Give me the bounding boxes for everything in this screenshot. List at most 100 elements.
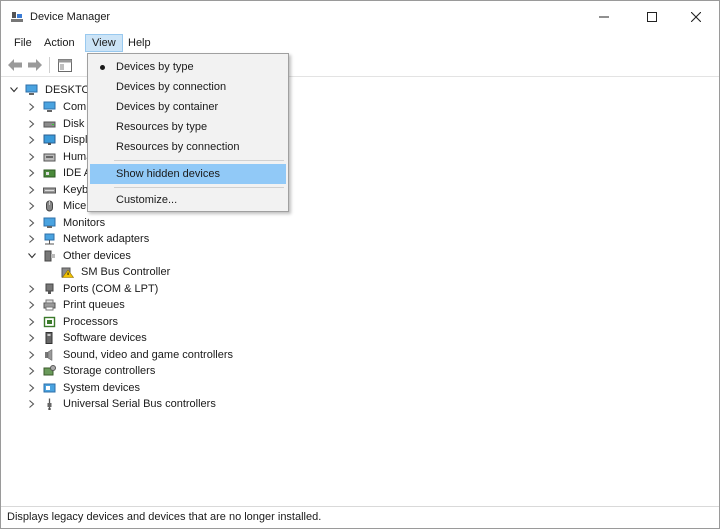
system-icon xyxy=(43,383,56,392)
tree-item-label: Software devices xyxy=(63,332,147,344)
forward-arrow-icon xyxy=(28,59,42,71)
tree-item-label: Universal Serial Bus controllers xyxy=(63,398,216,410)
chevron-right-icon[interactable] xyxy=(27,182,37,198)
menu-help[interactable]: Help xyxy=(122,34,157,52)
maximize-icon xyxy=(647,11,657,22)
menu-view[interactable]: View xyxy=(85,34,123,52)
ide-icon xyxy=(43,169,56,178)
menu-item-show-hidden-devices[interactable]: Show hidden devices xyxy=(90,164,286,184)
chevron-right-icon[interactable] xyxy=(27,297,37,313)
menu-item-label: Resources by type xyxy=(116,121,208,133)
tree-item-label: Other devices xyxy=(63,249,131,262)
port-icon xyxy=(45,283,54,294)
menu-item-resources-by-type[interactable]: Resources by type xyxy=(90,117,286,137)
chevron-right-icon[interactable] xyxy=(27,132,37,148)
menu-item-label: Resources by connection xyxy=(116,141,240,153)
sound-icon xyxy=(45,348,53,361)
processor-icon xyxy=(43,316,56,327)
tree-category-item[interactable]: Network adapters xyxy=(27,231,427,247)
tree-category-item[interactable]: Software devices xyxy=(27,330,427,346)
tree-item-label: Monitors xyxy=(63,216,106,229)
menu-bar: File Action View Help xyxy=(1,32,719,53)
computer-icon xyxy=(25,84,38,95)
device-manager-app-icon xyxy=(11,12,23,22)
tree-child-item[interactable]: SM Bus Controller xyxy=(45,264,445,280)
warning-device-icon xyxy=(61,267,74,278)
tree-category-item[interactable]: Sound, video and game controllers xyxy=(27,347,427,363)
tree-item-label: Network adapters xyxy=(63,233,150,245)
menu-item-label: Devices by connection xyxy=(116,81,227,93)
network-icon xyxy=(44,233,55,245)
chevron-right-icon[interactable] xyxy=(27,380,37,396)
chevron-right-icon[interactable] xyxy=(27,198,37,214)
tree-category-item[interactable]: System devices xyxy=(27,380,427,396)
menu-item-label: Customize... xyxy=(116,194,178,206)
tree-category-item[interactable]: Print queues xyxy=(27,297,427,313)
tree-category-item[interactable]: Ports (COM & LPT) xyxy=(27,281,427,297)
storage-icon xyxy=(43,365,56,376)
view-menu-dropdown: Devices by type Devices by connection De… xyxy=(87,53,289,212)
menu-item-customize[interactable]: Customize... xyxy=(90,190,286,210)
chevron-right-icon[interactable] xyxy=(27,330,37,346)
keyboard-icon xyxy=(43,187,56,193)
status-text: Displays legacy devices and devices that… xyxy=(7,511,322,523)
mouse-icon xyxy=(46,200,53,212)
forward-button[interactable] xyxy=(27,57,43,73)
tree-category-item[interactable]: Storage controllers xyxy=(27,363,427,379)
menu-item-devices-by-connection[interactable]: Devices by connection xyxy=(90,77,286,97)
tree-item-label: Print queues xyxy=(63,299,125,311)
chevron-right-icon[interactable] xyxy=(27,314,37,330)
chevron-right-icon[interactable] xyxy=(27,396,37,412)
tree-category-item[interactable]: Monitors xyxy=(27,215,427,231)
close-icon xyxy=(691,11,701,22)
tree-category-item[interactable]: Processors xyxy=(27,314,427,330)
usb-icon xyxy=(47,398,52,410)
chevron-right-icon[interactable] xyxy=(27,363,37,379)
back-arrow-icon xyxy=(8,59,22,71)
tree-item-label: System devices xyxy=(63,381,141,394)
tree-item-label: Sound, video and game controllers xyxy=(63,348,233,361)
chevron-down-icon[interactable] xyxy=(27,248,37,264)
menu-item-resources-by-connection[interactable]: Resources by connection xyxy=(90,137,286,157)
minimize-button[interactable] xyxy=(581,1,627,32)
console-tree-button[interactable] xyxy=(57,57,73,73)
menu-file[interactable]: File xyxy=(8,34,38,52)
chevron-right-icon[interactable] xyxy=(27,281,37,297)
menu-separator xyxy=(114,160,284,161)
title-bar[interactable]: Device Manager xyxy=(1,1,719,32)
toolbar-separator xyxy=(49,57,50,73)
menu-item-label: Show hidden devices xyxy=(116,168,220,180)
monitor-icon xyxy=(43,217,56,228)
window-title: Device Manager xyxy=(30,11,111,23)
chevron-right-icon[interactable] xyxy=(27,231,37,247)
menu-item-devices-by-container[interactable]: Devices by container xyxy=(90,97,286,117)
chevron-right-icon[interactable] xyxy=(27,215,37,231)
maximize-button[interactable] xyxy=(629,1,675,32)
menu-item-label: Devices by type xyxy=(116,61,194,73)
tree-item-label: Processors xyxy=(63,315,119,328)
computer-icon xyxy=(43,101,56,112)
close-button[interactable] xyxy=(673,1,719,32)
tree-category-item[interactable]: Universal Serial Bus controllers xyxy=(27,396,427,412)
console-tree-icon xyxy=(58,58,72,72)
status-bar: Displays legacy devices and devices that… xyxy=(1,506,719,528)
chevron-right-icon[interactable] xyxy=(27,99,37,115)
chevron-right-icon[interactable] xyxy=(27,116,37,132)
menu-item-devices-by-type[interactable]: Devices by type xyxy=(90,57,286,77)
minimize-icon xyxy=(599,16,609,17)
chevron-right-icon[interactable] xyxy=(27,165,37,181)
hid-icon xyxy=(43,153,56,161)
menu-separator xyxy=(114,187,284,188)
printer-icon xyxy=(43,299,56,311)
display-icon xyxy=(43,134,56,145)
menu-item-label: Devices by container xyxy=(116,101,219,113)
tree-category-item[interactable]: Other devices xyxy=(27,248,427,264)
chevron-down-icon[interactable] xyxy=(9,82,19,98)
chevron-right-icon[interactable] xyxy=(27,347,37,363)
radio-bullet-icon xyxy=(100,65,105,70)
menu-action[interactable]: Action xyxy=(38,34,81,52)
back-button[interactable] xyxy=(7,57,23,73)
tree-item-label: Ports (COM & LPT) xyxy=(63,282,159,295)
software-icon xyxy=(45,332,53,344)
chevron-right-icon[interactable] xyxy=(27,149,37,165)
